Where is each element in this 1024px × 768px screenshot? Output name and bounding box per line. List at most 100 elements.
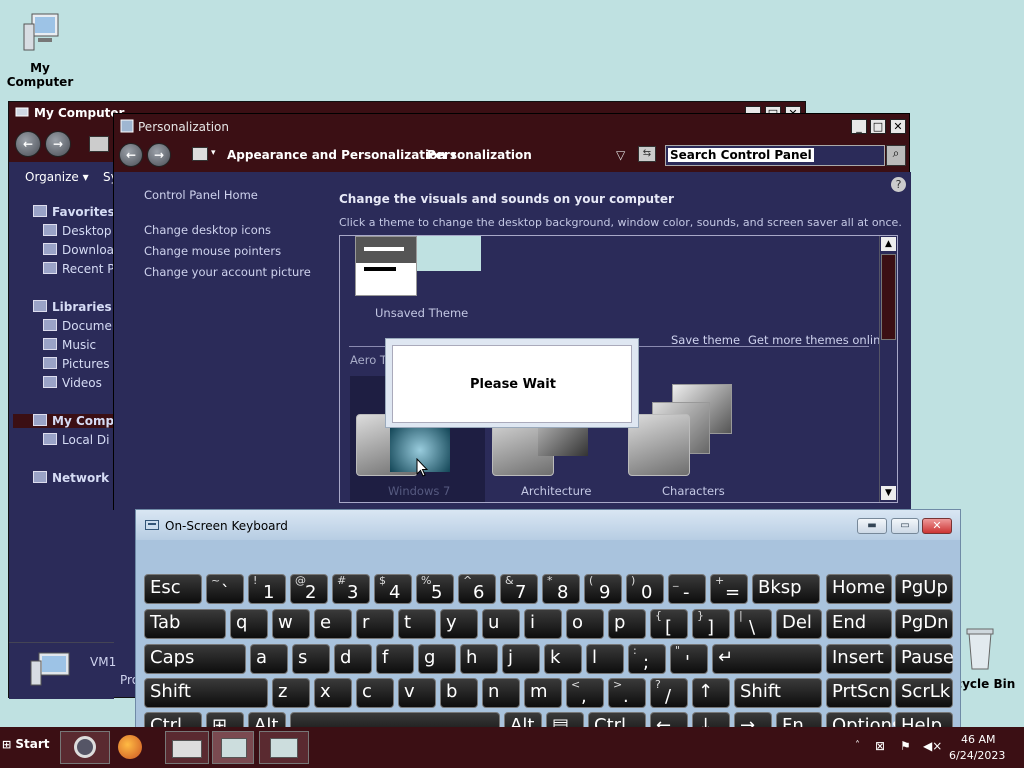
key-0[interactable]: ) 0 [626,574,664,604]
address-dropdown-icon[interactable]: ▽ [616,148,625,162]
unsaved-theme-tile[interactable] [355,236,417,296]
key-caps[interactable]: Caps [144,644,246,674]
key-8[interactable]: * 8 [542,574,580,604]
key-g[interactable]: g [418,644,456,674]
maximize-button[interactable]: □ [870,119,886,134]
key-n[interactable]: n [482,678,520,708]
theme-characters[interactable]: Characters [625,376,760,502]
network-tray-icon[interactable]: ⊠ [875,739,885,753]
key-x[interactable]: x [314,678,352,708]
key--[interactable]: ↑ [692,678,730,708]
theme-list-scrollbar[interactable]: ▲ ▼ [879,236,897,502]
explorer-forward-button[interactable]: → [45,131,71,157]
key-c[interactable]: c [356,678,394,708]
key-esc[interactable]: Esc [144,574,202,604]
forward-button[interactable]: → [147,143,171,167]
key-pause[interactable]: Pause [895,644,954,674]
key-q[interactable]: q [230,609,268,639]
key-9[interactable]: (9 [584,574,622,604]
key-del[interactable]: Del [776,609,822,639]
taskbar-app-explorer[interactable] [259,731,309,764]
key-shift[interactable]: Shift [734,678,822,708]
key-pgup[interactable]: PgUp [895,574,953,604]
key-t[interactable]: t [398,609,436,639]
taskbar-app-chrome[interactable] [60,731,110,764]
key-k[interactable]: k [544,644,582,674]
key--[interactable]: " ' [670,644,708,674]
key--[interactable]: >. [608,678,646,708]
clock-time[interactable]: 46 AM [961,733,996,746]
breadcrumb-personalization[interactable]: Personalization [427,148,532,162]
key-2[interactable]: @2 [290,574,328,604]
key-o[interactable]: o [566,609,604,639]
sidebar-item-local-di[interactable]: Local Di [43,433,114,447]
key-e[interactable]: e [314,609,352,639]
show-hidden-icons-icon[interactable]: ˄ [855,740,860,751]
search-icon[interactable]: ⌕ [886,145,906,166]
sidebar-item-desktop[interactable]: Desktop [43,224,114,238]
minimize-button[interactable]: _ [851,119,867,134]
sidebar-item-videos[interactable]: Videos [43,376,114,390]
key-h[interactable]: h [460,644,498,674]
sidebar-item-recent-p[interactable]: Recent P [43,262,114,276]
key-s[interactable]: s [292,644,330,674]
key--[interactable]: | \ [734,609,772,639]
change-account-picture-link[interactable]: Change your account picture [144,265,311,279]
key-bksp[interactable]: Bksp [752,574,820,604]
key-b[interactable]: b [440,678,478,708]
key-3[interactable]: #3 [332,574,370,604]
key-d[interactable]: d [334,644,372,674]
volume-icon[interactable]: ◀× [923,739,942,753]
key-5[interactable]: % 5 [416,574,454,604]
scroll-up-icon[interactable]: ▲ [881,237,896,251]
sidebar-item-network[interactable]: Network [33,471,114,485]
key-1[interactable]: ! 1 [248,574,286,604]
key--[interactable]: }] [692,609,730,639]
scroll-thumb[interactable] [881,254,896,340]
save-theme-link[interactable]: Save theme [671,333,740,347]
osk-restore-button[interactable]: ▭ [891,518,919,534]
action-center-icon[interactable]: ⚑ [900,739,911,753]
sidebar-item-pictures[interactable]: Pictures [43,357,114,371]
key--[interactable]: _ - [668,574,706,604]
key-v[interactable]: v [398,678,436,708]
sidebar-item-libraries[interactable]: Libraries [33,300,114,314]
organize-button[interactable]: Organize ▾ [25,170,89,184]
sidebar-item-documen[interactable]: Documen [43,319,114,333]
taskbar-app-control-panel[interactable] [212,731,254,764]
key--[interactable]: ↵ [712,644,822,674]
close-button[interactable]: ✕ [890,119,906,134]
key-shift[interactable]: Shift [144,678,268,708]
scroll-down-icon[interactable]: ▼ [881,486,896,500]
key-insert[interactable]: Insert [826,644,892,674]
search-input[interactable]: Search Control Panel [665,145,885,166]
key--[interactable]: {[ [650,609,688,639]
key-7[interactable]: & 7 [500,574,538,604]
help-icon[interactable]: ? [891,177,906,192]
osk-minimize-button[interactable]: ▬ [857,518,887,534]
refresh-icon[interactable]: ⇆ [638,146,656,162]
key-u[interactable]: u [482,609,520,639]
key-w[interactable]: w [272,609,310,639]
key-tab[interactable]: Tab [144,609,226,639]
taskbar-app-printer[interactable] [165,731,209,764]
key--[interactable]: + = [710,574,748,604]
key-l[interactable]: l [586,644,624,674]
get-more-themes-link[interactable]: Get more themes online [748,333,887,347]
osk-close-button[interactable]: ✕ [922,518,952,534]
explorer-back-button[interactable]: ← [15,131,41,157]
my-computer-desktop-icon[interactable]: My Computer [2,10,78,89]
key-pgdn[interactable]: PgDn [895,609,953,639]
key-scrlk[interactable]: ScrLk [895,678,953,708]
breadcrumb-appearance[interactable]: Appearance and Personalization ▾ [227,148,456,162]
key-6[interactable]: ^ 6 [458,574,496,604]
key--[interactable]: :; [628,644,666,674]
key--[interactable]: ? / [650,678,688,708]
key--[interactable]: <, [566,678,604,708]
key--[interactable]: ~ ` [206,574,244,604]
recycle-bin-desktop-icon[interactable]: cycle Bin [955,625,1024,691]
key-prtscn[interactable]: PrtScn [826,678,892,708]
key-y[interactable]: y [440,609,478,639]
key-f[interactable]: f [376,644,414,674]
sidebar-item-favorites[interactable]: Favorites [33,205,114,219]
